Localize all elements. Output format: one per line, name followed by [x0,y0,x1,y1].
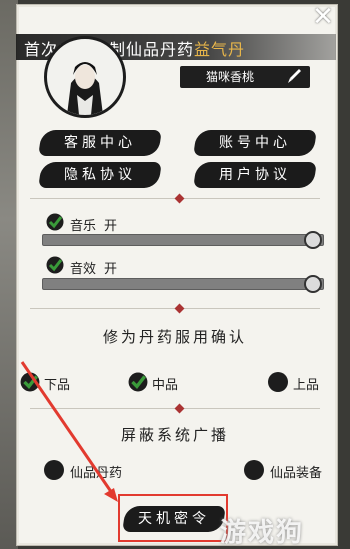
user-agreement-label: 用户协议 [219,167,291,183]
sfx-checkbox[interactable] [46,256,64,274]
immortal-pill-broadcast-label: 仙品丹药 [70,466,123,481]
sfx-state: 开 [104,262,118,277]
low-grade-checkbox[interactable] [20,372,40,392]
sfx-volume-slider[interactable] [42,278,324,290]
account-center-label: 账号中心 [219,135,291,151]
customer-service-label: 客服中心 [64,135,136,151]
privacy-policy-button[interactable]: 隐私协议 [38,162,162,188]
banner-highlight: 益气丹 [194,40,246,59]
music-label: 音乐 [70,219,97,234]
edit-brush-icon[interactable] [286,68,302,84]
low-grade-label: 下品 [44,378,71,393]
customer-service-button[interactable]: 客服中心 [38,130,162,156]
mid-grade-checkbox[interactable] [128,372,148,392]
player-name-plate: 猫咪香桃 [180,66,310,88]
music-checkbox[interactable] [46,213,64,231]
high-grade-label: 上品 [293,378,320,393]
immortal-equipment-broadcast-checkbox[interactable] [244,460,264,480]
sfx-label: 音效 [70,262,97,277]
highlight-box [118,494,228,542]
watermark: 游戏狗 [220,518,305,548]
avatar-portrait [67,62,103,115]
mid-grade-label: 中品 [152,378,179,393]
music-state: 开 [104,219,118,234]
pill-confirm-title: 修为丹药服用确认 [102,328,247,346]
close-icon[interactable]: ✕ [308,4,338,30]
player-name: 猫咪香桃 [206,70,255,84]
music-slider-knob[interactable] [304,231,322,249]
music-volume-slider[interactable] [42,234,324,246]
account-center-button[interactable]: 账号中心 [193,130,317,156]
broadcast-title: 屏蔽系统广播 [120,426,229,444]
high-grade-checkbox[interactable] [268,372,288,392]
sfx-slider-knob[interactable] [304,275,322,293]
privacy-policy-label: 隐私协议 [64,167,136,183]
user-agreement-button[interactable]: 用户协议 [193,162,317,188]
avatar[interactable] [44,36,126,118]
immortal-pill-broadcast-checkbox[interactable] [44,460,64,480]
immortal-equipment-broadcast-label: 仙品装备 [270,466,323,481]
